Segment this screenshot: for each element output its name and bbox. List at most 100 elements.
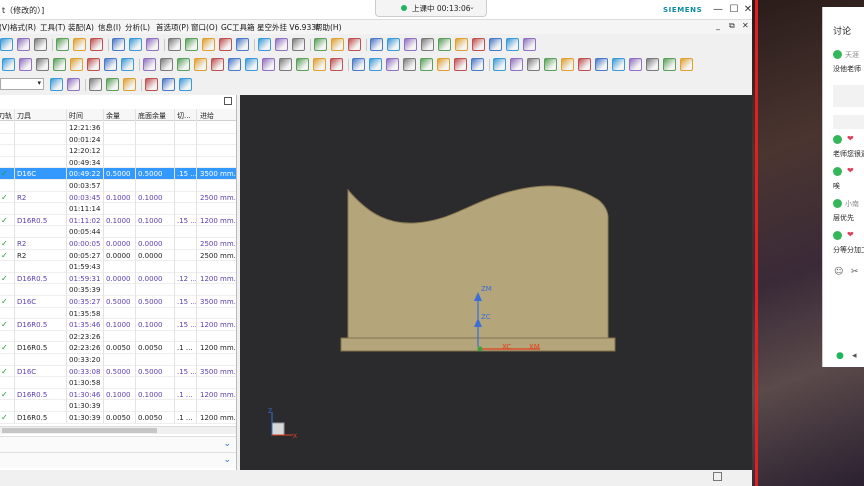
meeting-indicator[interactable]: 上课中 00:13:06 ⌄ <box>375 0 487 17</box>
toolbar-tool-icon[interactable] <box>510 58 523 71</box>
toolbar-tool-icon[interactable] <box>561 58 574 71</box>
menu-assembly[interactable]: 装配(A) <box>68 22 94 33</box>
toolbar-tool-icon[interactable] <box>202 38 215 51</box>
toolbar-tool-icon[interactable] <box>145 78 158 91</box>
operation-row[interactable]: ✓ D16C 00:49:22 0.5000 0.5000.15 ... 3500 mm.… <box>0 168 236 180</box>
dependencies-expander[interactable]: ⌄ <box>0 452 236 468</box>
scrollbar-thumb[interactable] <box>2 428 157 433</box>
graphics-viewport[interactable]: ZM ZC XC XM Z X <box>240 95 752 470</box>
operation-row[interactable]: ✓ D16R0.5 01:30:39 0.0050 0.0050.1 ... 1200 m… <box>0 412 236 424</box>
toolbar-tool-icon[interactable] <box>527 58 540 71</box>
menu-info[interactable]: 信息(I) <box>98 22 121 33</box>
toolbar-tool-icon[interactable] <box>211 58 224 71</box>
toolbar-tool-icon[interactable] <box>73 38 86 51</box>
chat-input-box[interactable] <box>833 85 864 107</box>
maximize-button[interactable]: ☐ <box>727 3 741 17</box>
chat-input-box[interactable] <box>833 115 864 129</box>
part-view[interactable]: ZM ZC XC XM Z X <box>240 95 752 470</box>
toolbar-tool-icon[interactable] <box>50 78 63 91</box>
toolbar-tool-icon[interactable] <box>179 78 192 91</box>
toolbar-tool-icon[interactable] <box>595 58 608 71</box>
operation-row[interactable]: ✓ R2 00:03:45 0.1000 0.1000 2500 mm... <box>0 192 236 204</box>
operation-row[interactable]: ✓ D16R0.5 01:30:46 0.1000 0.1000.1 ... 1200 m… <box>0 389 236 401</box>
menu-tools[interactable]: 工具(T) <box>40 22 65 33</box>
toolbar-tool-icon[interactable] <box>680 58 693 71</box>
toolbar-tool-icon[interactable] <box>370 38 383 51</box>
toolbar-tool-icon[interactable] <box>292 38 305 51</box>
mdi-minimize-button[interactable]: _ <box>716 21 720 30</box>
toolbar-tool-icon[interactable] <box>87 58 100 71</box>
col-header-floor-stock[interactable]: 底面余量 <box>138 111 166 121</box>
horizontal-scrollbar[interactable] <box>0 426 236 434</box>
toolbar-tool-icon[interactable] <box>313 58 326 71</box>
toolbar-tool-icon[interactable] <box>612 58 625 71</box>
toolbar-tool-icon[interactable] <box>262 58 275 71</box>
operation-row[interactable]: 01:59:43 <box>0 261 236 273</box>
toolbar-tool-icon[interactable] <box>314 38 327 51</box>
toolbar-tool-icon[interactable] <box>629 58 642 71</box>
toolbar-tool-icon[interactable] <box>523 38 536 51</box>
toolbar-tool-icon[interactable] <box>121 58 134 71</box>
toolbar-tool-icon[interactable] <box>143 58 156 71</box>
toolbar-tool-icon[interactable] <box>104 58 117 71</box>
toolbar-tool-icon[interactable] <box>258 38 271 51</box>
toolbar-tool-icon[interactable] <box>296 58 309 71</box>
operation-row[interactable]: 00:49:34 <box>0 157 236 169</box>
toolbar-tool-icon[interactable] <box>544 58 557 71</box>
toolbar-tool-icon[interactable] <box>123 78 136 91</box>
operation-row[interactable]: ✓ R2 00:05:27 0.0000 0.0000 2500 mm... <box>0 250 236 262</box>
menu-preferences[interactable]: 首选项(P) <box>156 22 189 33</box>
toolbar-tool-icon[interactable] <box>185 38 198 51</box>
toolbar-tool-icon[interactable] <box>454 58 467 71</box>
toolbar-tool-icon[interactable] <box>279 58 292 71</box>
toolbar-tool-icon[interactable] <box>2 58 15 71</box>
operation-row[interactable]: ✓ D16R0.5 01:11:02 0.1000 0.1000.15 ... 1200 … <box>0 215 236 227</box>
menu-gc-toolbox[interactable]: GC工具箱 <box>221 22 255 33</box>
toolbar-tool-icon[interactable] <box>330 58 343 71</box>
menu-window[interactable]: 窗口(O) <box>191 22 218 33</box>
menu-help[interactable]: 帮助(H) <box>315 22 342 33</box>
heart-icon[interactable]: ❤ <box>847 166 854 175</box>
toolbar-tool-icon[interactable] <box>578 58 591 71</box>
operation-row[interactable]: 12:20:12 <box>0 145 236 157</box>
col-header-stock[interactable]: 余量 <box>106 111 120 121</box>
toolbar-tool-icon[interactable] <box>160 58 173 71</box>
toolbar-tool-icon[interactable] <box>420 58 433 71</box>
menu-plugin[interactable]: 星空外挂 V6.933F <box>257 22 320 33</box>
operation-row[interactable]: 01:30:58 <box>0 377 236 389</box>
menu-format[interactable]: 格式(R) <box>10 22 36 33</box>
toolbar-tool-icon[interactable] <box>493 58 506 71</box>
toolbar-tool-icon[interactable] <box>34 38 47 51</box>
toolbar-tool-icon[interactable] <box>506 38 519 51</box>
mdi-close-button[interactable]: ✕ <box>742 21 749 30</box>
operation-row[interactable]: 01:30:39 <box>0 400 236 412</box>
col-header-feed[interactable]: 进给 <box>200 111 214 121</box>
toolbar-tool-icon[interactable] <box>129 38 142 51</box>
microphone-icon[interactable]: ● <box>836 351 844 361</box>
selection-filter-dropdown[interactable]: ▾ <box>0 78 44 90</box>
toolbar-tool-icon[interactable] <box>236 38 249 51</box>
toolbar-tool-icon[interactable] <box>403 58 416 71</box>
operation-row[interactable]: 12:21:36 <box>0 122 236 134</box>
toolbar-tool-icon[interactable] <box>53 58 66 71</box>
chevron-down-icon[interactable]: ⌄ <box>469 3 475 11</box>
toolbar-tool-icon[interactable] <box>162 78 175 91</box>
toolbar-tool-icon[interactable] <box>219 38 232 51</box>
toolbar-tool-icon[interactable] <box>437 58 450 71</box>
toolbar-tool-icon[interactable] <box>438 38 451 51</box>
mdi-restore-button[interactable]: ⧉ <box>729 21 735 31</box>
details-expander[interactable]: ⌄ <box>0 436 236 452</box>
toolbar-tool-icon[interactable] <box>369 58 382 71</box>
emoji-icon[interactable]: ☺ <box>834 267 843 277</box>
operation-row[interactable]: ✓ D16R0.5 01:35:46 0.1000 0.1000.15 ... 1200 … <box>0 319 236 331</box>
toolbar-tool-icon[interactable] <box>194 58 207 71</box>
toolbar-tool-icon[interactable] <box>421 38 434 51</box>
toolbar-tool-icon[interactable] <box>331 38 344 51</box>
toolbar-tool-icon[interactable] <box>106 78 119 91</box>
toolbar-tool-icon[interactable] <box>663 58 676 71</box>
toolbar-tool-icon[interactable] <box>177 58 190 71</box>
menu-analysis[interactable]: 分析(L) <box>125 22 150 33</box>
menu-view[interactable]: 视图(V) <box>0 22 10 33</box>
operation-row[interactable]: ✓ R2 00:00:05 0.0000 0.0000 2500 mm... <box>0 238 236 250</box>
toolbar-tool-icon[interactable] <box>36 58 49 71</box>
